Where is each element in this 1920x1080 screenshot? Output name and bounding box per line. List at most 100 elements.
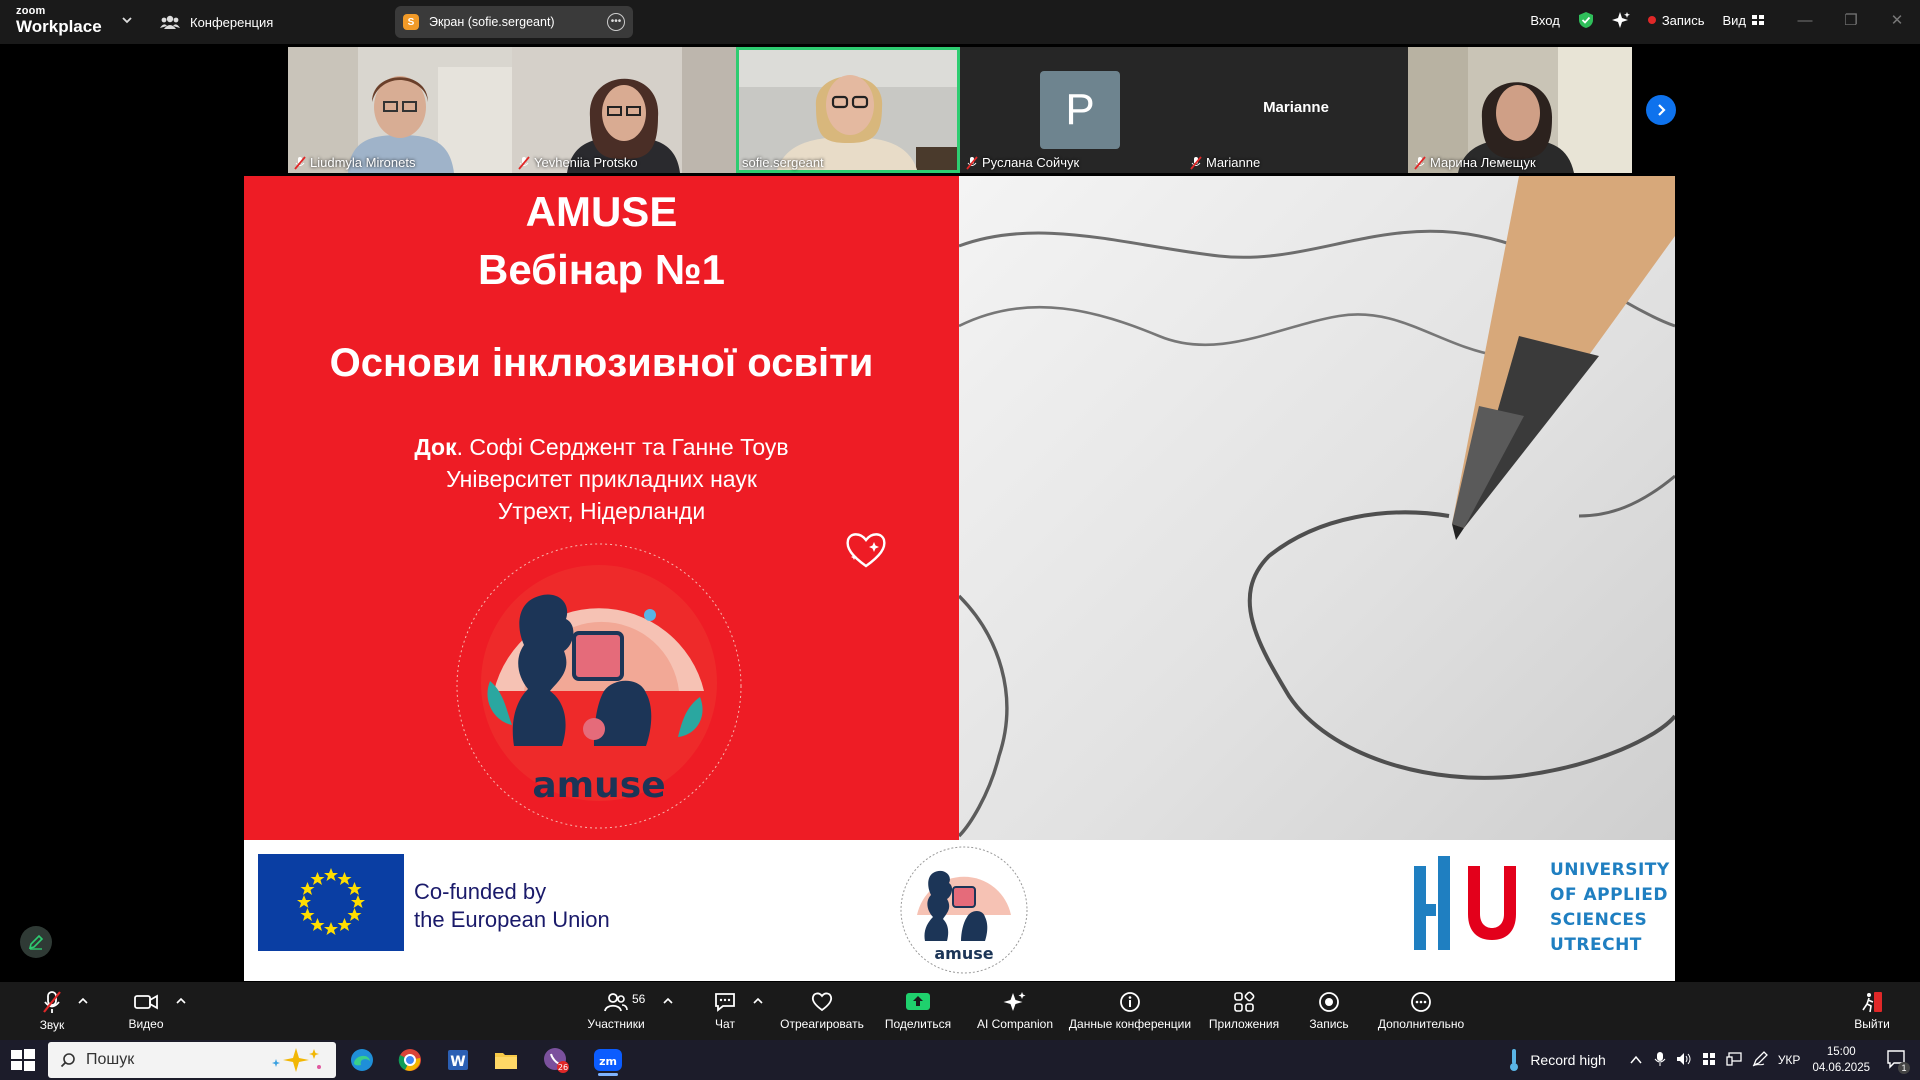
- react-button[interactable]: Отреагировать: [774, 982, 870, 1040]
- eu-flag-logo: [258, 854, 404, 951]
- viber-badge-count: 26: [558, 1063, 568, 1072]
- weather-widget[interactable]: Record high: [1508, 1048, 1606, 1072]
- slide-title: AMUSE: [525, 188, 678, 235]
- taskbar-clock[interactable]: 15:00 04.06.2025: [1812, 1044, 1870, 1076]
- recording-label: Запись: [1661, 12, 1705, 28]
- author-prefix: Док: [414, 434, 457, 460]
- participants-options-caret-icon[interactable]: [663, 996, 673, 1006]
- record-icon: [1319, 992, 1339, 1012]
- video-options-caret-icon[interactable]: [176, 996, 186, 1006]
- taskbar-word-icon[interactable]: W: [438, 1044, 478, 1076]
- participant-name: Marianne: [1190, 155, 1260, 170]
- annotate-button[interactable]: [20, 926, 52, 958]
- windows-taskbar: Пошук W 26 zm Record high УКР 15:00 04.0…: [0, 1040, 1920, 1080]
- ai-sparkle-icon: [1003, 992, 1026, 1011]
- close-icon[interactable]: ✕: [1874, 11, 1920, 29]
- pencil-icon: [28, 934, 44, 950]
- view-button[interactable]: Вид: [1722, 13, 1764, 28]
- search-highlight-sparkle-icon: [272, 1048, 321, 1072]
- slide-title-panel: AMUSE Вебінар №1 Основи інклюзивної осві…: [244, 176, 959, 840]
- signin-button[interactable]: Вход: [1530, 13, 1559, 28]
- participant-tile-active-speaker[interactable]: sofie.sergeant: [736, 47, 960, 173]
- apps-button[interactable]: Приложения: [1204, 982, 1284, 1040]
- minimize-icon[interactable]: —: [1782, 12, 1828, 29]
- share-screen-icon: [906, 993, 930, 1010]
- screen-share-pill[interactable]: S Экран (sofie.sergeant) •••: [395, 6, 633, 38]
- leave-door-icon: [1862, 992, 1882, 1013]
- svg-text:zm: zm: [599, 1055, 617, 1068]
- tray-security-icon[interactable]: [1702, 1052, 1716, 1069]
- participant-tile[interactable]: Yevheniia Protsko: [512, 47, 736, 173]
- tray-pen-icon[interactable]: [1752, 1050, 1768, 1070]
- avatar: P: [1040, 71, 1120, 149]
- heart-reaction-icon: [811, 992, 833, 1012]
- institution-line: Університет прикладних наук: [446, 466, 757, 492]
- meeting-toolbar: Звук Видео Участники 56 Чат Отреагироват…: [0, 982, 1920, 1040]
- record-dot-icon: [1647, 16, 1656, 24]
- eu-cofunded-text: Co-funded by the European Union: [414, 879, 610, 932]
- taskbar-zoom-icon[interactable]: zm: [588, 1044, 628, 1076]
- slide-authors: Док. Софі Серджент та Ганне Тоув Універс…: [244, 431, 959, 527]
- slide-subtitle: Вебінар №1: [478, 246, 725, 293]
- keyboard-language[interactable]: УКР: [1778, 1053, 1801, 1067]
- recording-indicator[interactable]: Запись: [1647, 12, 1705, 28]
- mic-muted-icon: [1414, 155, 1426, 170]
- video-button[interactable]: Видео: [124, 982, 168, 1040]
- hu-logo-mark: [1414, 856, 1516, 950]
- notification-center-icon[interactable]: 1: [1886, 1049, 1910, 1074]
- taskbar-file-explorer-icon[interactable]: [486, 1044, 526, 1076]
- tray-mic-icon[interactable]: [1654, 1051, 1666, 1070]
- participant-name: Liudmyla Mironets: [294, 155, 416, 170]
- logo-top-text: zoom: [16, 5, 46, 17]
- restore-icon[interactable]: ❐: [1828, 11, 1874, 29]
- ai-sparkle-icon[interactable]: [1611, 11, 1630, 29]
- clock-time: 15:00: [1826, 1046, 1856, 1058]
- apps-label: Приложения: [1208, 1017, 1280, 1031]
- share-screen-button[interactable]: Поделиться: [880, 982, 956, 1040]
- participant-tile[interactable]: Liudmyla Mironets: [288, 47, 512, 173]
- participants-icon: [604, 993, 628, 1012]
- meeting-info-toolbar-button[interactable]: Данные конференции: [1066, 982, 1194, 1040]
- chevron-down-icon[interactable]: [120, 13, 134, 27]
- system-tray: Record high УКР 15:00 04.06.2025 1: [1508, 1040, 1920, 1080]
- meeting-info-button[interactable]: Конференция: [160, 8, 273, 36]
- more-options-icon[interactable]: •••: [607, 13, 625, 31]
- amuse-logo: amuse: [456, 543, 742, 829]
- more-button[interactable]: Дополнительно: [1370, 982, 1472, 1040]
- ai-companion-button[interactable]: AI Companion: [970, 982, 1060, 1040]
- participant-tile[interactable]: Марина Лемещук: [1408, 47, 1632, 173]
- participant-tile[interactable]: Marianne Marianne: [1184, 47, 1408, 173]
- participant-tile[interactable]: P Руслана Сойчук: [960, 47, 1184, 173]
- info-label: Данные конференции: [1068, 1017, 1192, 1031]
- grid-view-icon: [1752, 15, 1764, 25]
- leave-button[interactable]: Выйти: [1850, 982, 1894, 1040]
- taskbar-edge-icon[interactable]: [342, 1044, 382, 1076]
- ai-label: AI Companion: [976, 1017, 1054, 1031]
- tray-network-icon[interactable]: [1726, 1051, 1742, 1069]
- audio-options-caret-icon[interactable]: [78, 996, 88, 1006]
- people-icon: [160, 15, 180, 29]
- video-camera-icon: [134, 994, 158, 1010]
- participant-name: Руслана Сойчук: [966, 155, 1079, 170]
- chat-bubble-icon: [715, 993, 735, 1012]
- encryption-shield-icon[interactable]: [1578, 11, 1594, 29]
- leave-label: Выйти: [1854, 1017, 1890, 1031]
- chat-options-caret-icon[interactable]: [753, 996, 763, 1006]
- audio-button[interactable]: Звук: [30, 982, 74, 1040]
- record-button[interactable]: Запись: [1302, 982, 1356, 1040]
- tray-volume-icon[interactable]: [1676, 1052, 1692, 1069]
- taskbar-search-box[interactable]: Пошук: [48, 1042, 336, 1078]
- windows-start-icon[interactable]: [10, 1048, 36, 1072]
- participants-button[interactable]: Участники: [580, 982, 652, 1040]
- notification-count: 1: [1898, 1061, 1910, 1074]
- shared-screen-slide: AMUSE Вебінар №1 Основи інклюзивної осві…: [244, 176, 1675, 981]
- search-icon: [60, 1053, 75, 1068]
- more-dots-icon: [1411, 992, 1431, 1012]
- tray-overflow-chevron-icon[interactable]: [1630, 1053, 1642, 1068]
- taskbar-chrome-icon[interactable]: [390, 1044, 430, 1076]
- sharer-avatar-badge: S: [403, 14, 419, 30]
- next-page-button[interactable]: [1646, 95, 1676, 125]
- chat-button[interactable]: Чат: [702, 982, 748, 1040]
- screen-share-label: Экран (sofie.sergeant): [429, 15, 555, 29]
- taskbar-viber-icon[interactable]: 26: [536, 1044, 576, 1076]
